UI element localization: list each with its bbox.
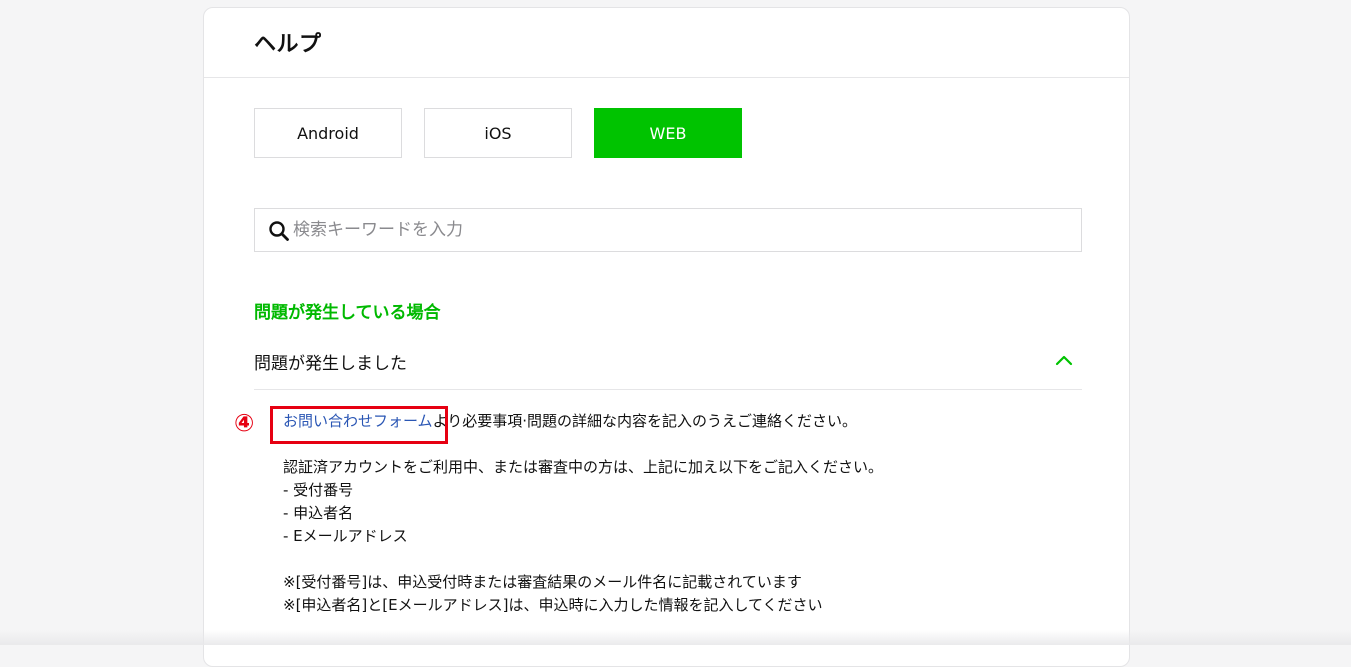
answer-note-1: ※[受付番号]は、申込受付時または審査結果のメール件名に記載されています (283, 573, 802, 591)
contact-form-link[interactable]: お問い合わせフォーム (283, 412, 433, 430)
answer-list-item: - 申込者名 (283, 504, 354, 522)
faq-question-text: 問題が発生しました (254, 354, 407, 374)
answer-line-1: お問い合わせフォームより必要事項·問題の詳細な内容を記入のうえご連絡ください。 (283, 410, 1103, 433)
answer-line-1-text: より必要事項·問題の詳細な内容を記入のうえご連絡ください。 (432, 412, 858, 430)
card-header: ヘルプ (204, 8, 1129, 78)
chevron-up-icon[interactable] (1054, 350, 1074, 370)
tab-web[interactable]: WEB (594, 108, 742, 158)
answer-list-item: - Eメールアドレス (283, 527, 408, 545)
answer-line-2: 認証済アカウントをご利用中、または審査中の方は、上記に加え以下をご記入ください。 (283, 458, 884, 476)
answer-list-item: - 受付番号 (283, 481, 354, 499)
tab-android[interactable]: Android (254, 108, 402, 158)
search-box (254, 208, 1082, 252)
faq-answer: お問い合わせフォームより必要事項·問題の詳細な内容を記入のうえご連絡ください。 … (283, 410, 1103, 617)
answer-note-2: ※[申込者名]と[Eメールアドレス]は、申込時に入力した情報を記入してください (283, 596, 823, 614)
search-icon (267, 219, 291, 243)
tab-ios[interactable]: iOS (424, 108, 572, 158)
search-input[interactable] (293, 209, 1073, 251)
section-title: 問題が発生している場合 (254, 303, 441, 323)
page-title: ヘルプ (254, 32, 322, 57)
step-marker: ④ (234, 409, 255, 437)
faq-question-toggle[interactable]: 問題が発生しました (254, 338, 1082, 390)
